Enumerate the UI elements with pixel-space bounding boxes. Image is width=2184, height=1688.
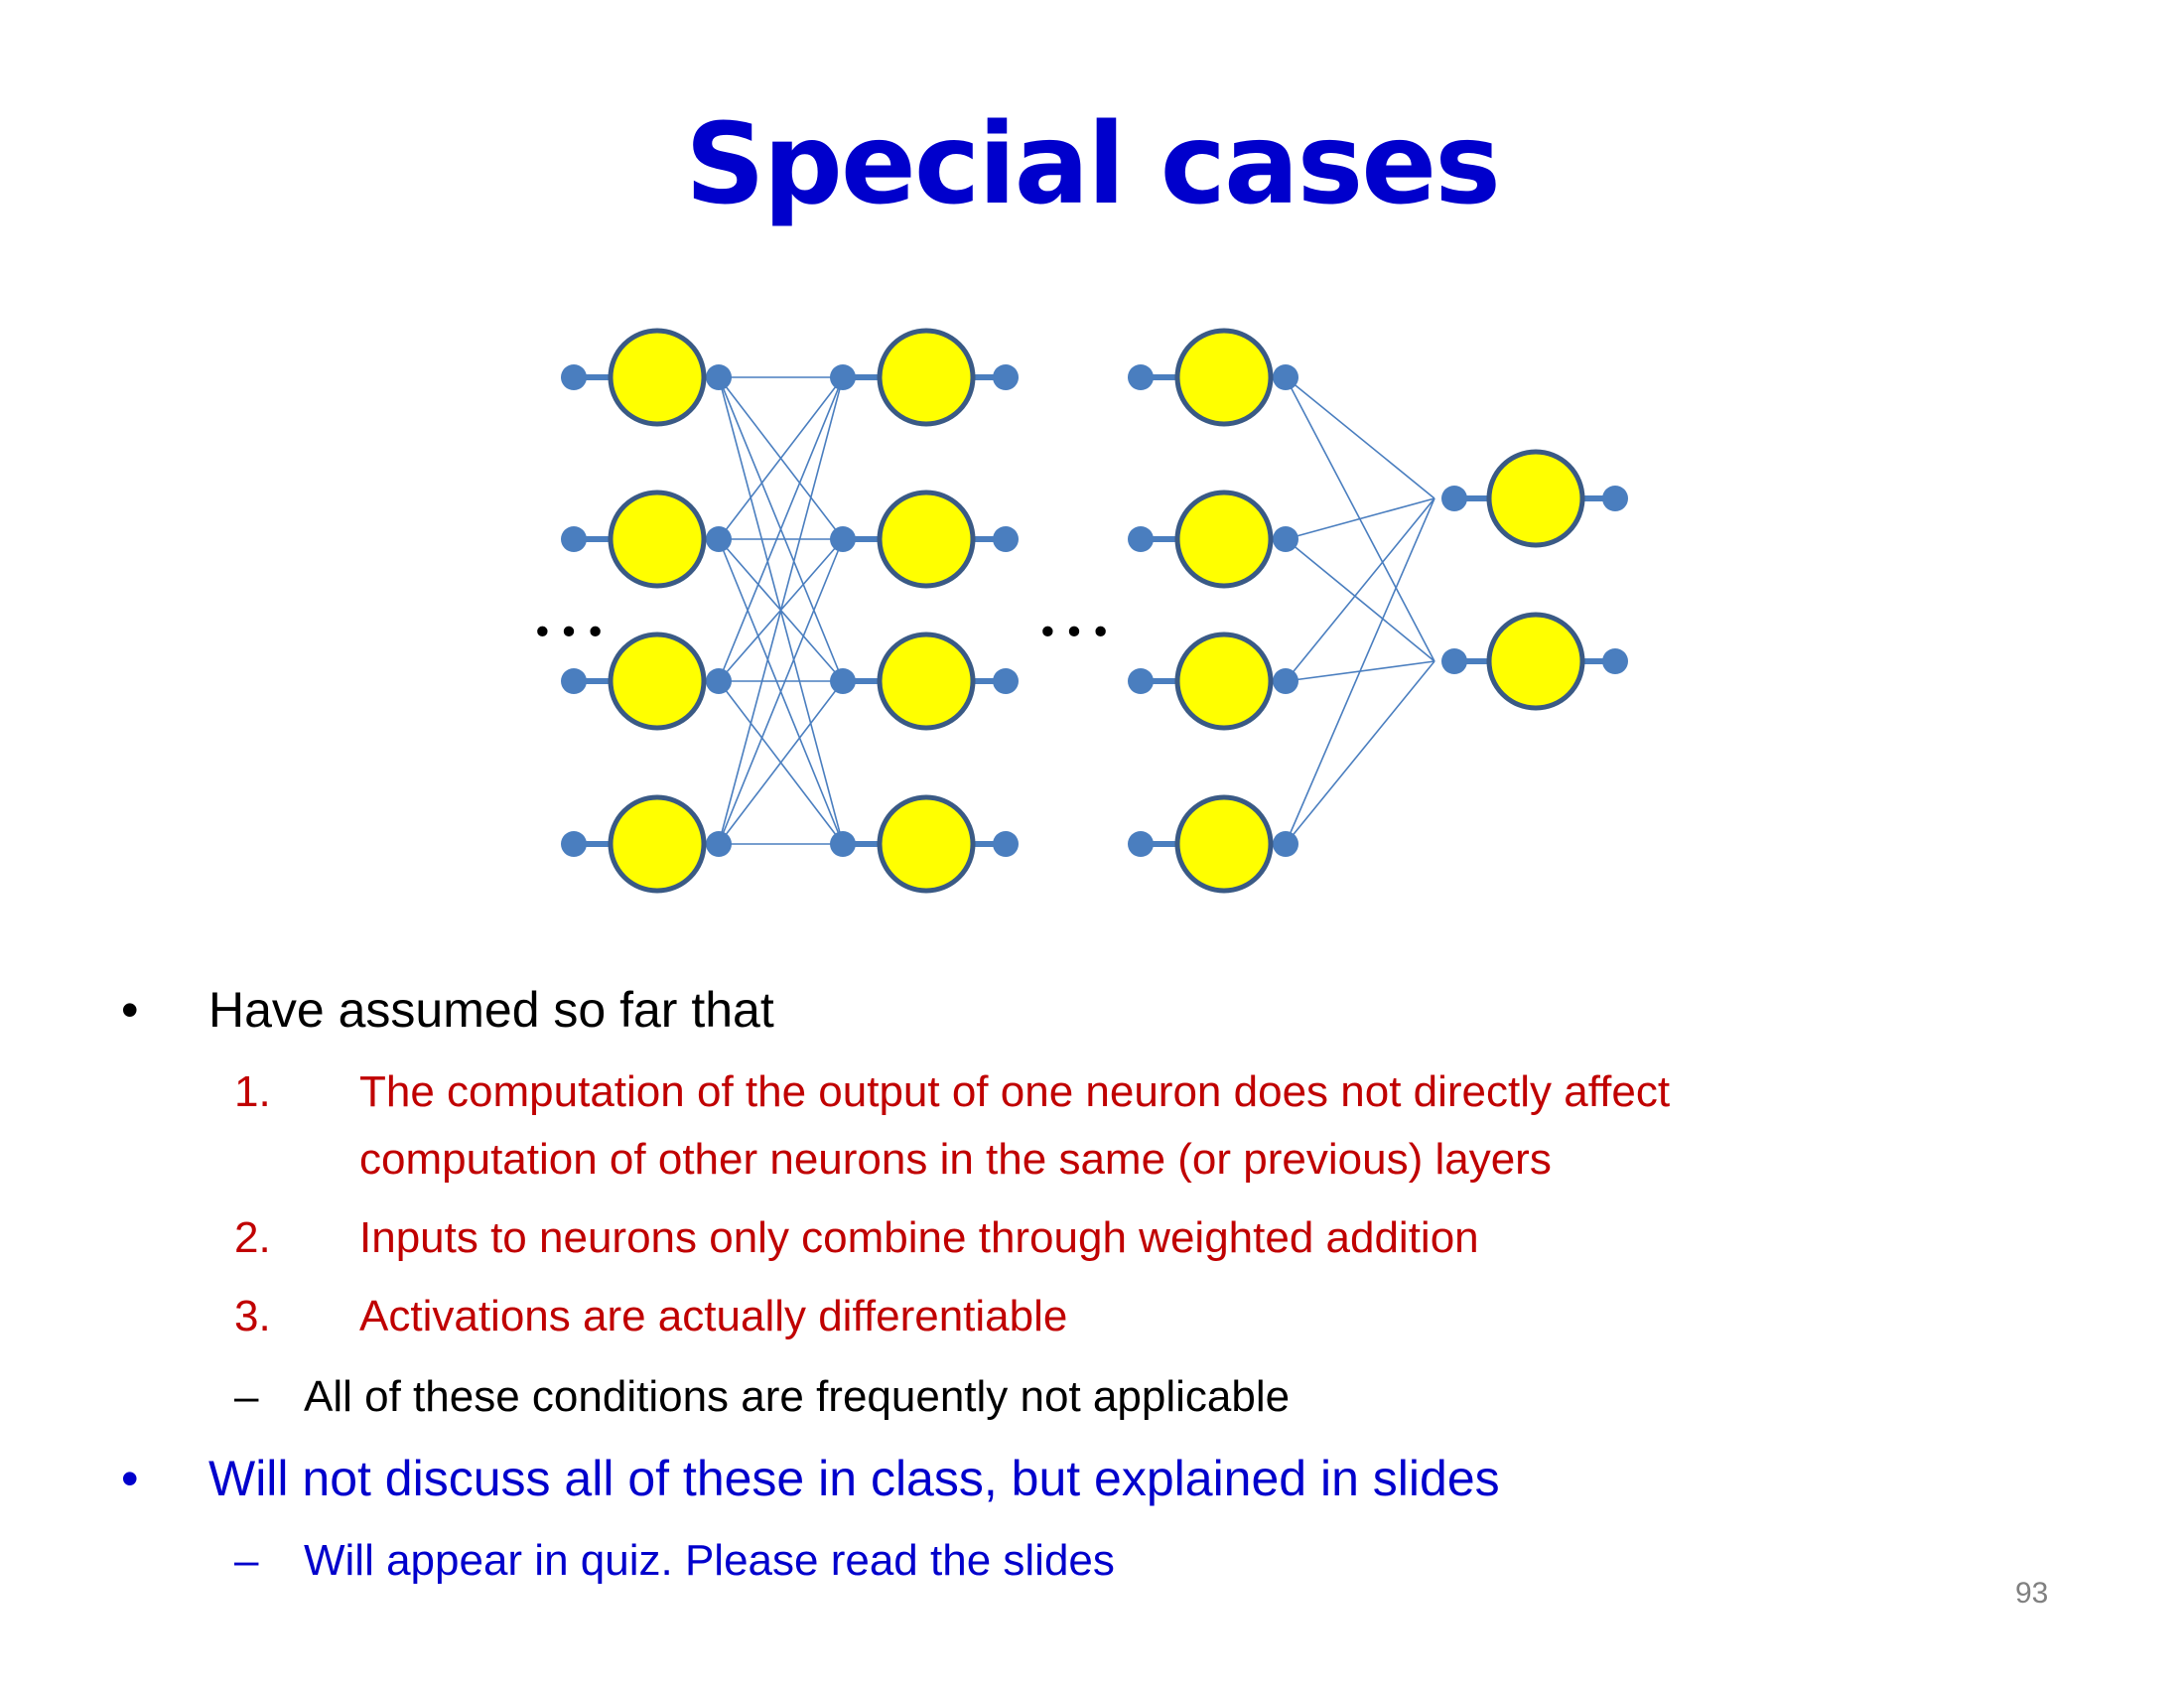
output-terminal-dot-icon	[1602, 486, 1628, 511]
bullet-marker: •	[121, 982, 139, 1038]
bullet-text: Will not discuss all of these in class, …	[208, 1451, 1500, 1506]
neuron-circle-icon	[1486, 612, 1585, 711]
connection-line	[1285, 660, 1435, 845]
output-terminal-dot-icon	[706, 526, 732, 552]
output-terminal-dot-icon	[706, 364, 732, 390]
input-terminal-dot-icon	[1441, 486, 1467, 511]
output-terminal-dot-icon	[1273, 364, 1298, 390]
output-terminal-dot-icon	[993, 526, 1019, 552]
ellipsis-left: …	[529, 562, 609, 654]
ellipsis-middle: …	[1034, 562, 1114, 654]
sub-bullet-marker: –	[234, 1536, 259, 1585]
input-terminal-dot-icon	[830, 364, 856, 390]
output-terminal-dot-icon	[1273, 831, 1298, 857]
output-terminal-dot-icon	[1273, 526, 1298, 552]
bullet-text: Have assumed so far that	[208, 982, 774, 1038]
connection-line	[1285, 497, 1435, 682]
neuron-circle-icon	[1174, 490, 1274, 589]
item-number: 1.	[234, 1067, 271, 1116]
item-text: The computation of the output of one neu…	[359, 1067, 1671, 1116]
bullet-marker: •	[121, 1451, 139, 1506]
input-terminal-dot-icon	[561, 831, 587, 857]
input-terminal-dot-icon	[1441, 648, 1467, 674]
input-terminal-dot-icon	[1128, 526, 1154, 552]
connection-line	[1285, 376, 1435, 499]
input-terminal-dot-icon	[1128, 668, 1154, 694]
input-terminal-dot-icon	[830, 831, 856, 857]
item-text: Inputs to neurons only combine through w…	[359, 1213, 1479, 1262]
neural-network-diagram: … …	[529, 328, 1628, 894]
output-terminal-dot-icon	[1602, 648, 1628, 674]
neuron-circle-icon	[877, 632, 976, 731]
neuron-circle-icon	[877, 328, 976, 427]
input-terminal-dot-icon	[830, 526, 856, 552]
neuron-circle-icon	[877, 490, 976, 589]
output-terminal-dot-icon	[706, 668, 732, 694]
sub-bullet-marker: –	[234, 1372, 259, 1421]
neuron-circle-icon	[1174, 328, 1274, 427]
input-terminal-dot-icon	[1128, 364, 1154, 390]
sub-bullet-text: Will appear in quiz. Please read the sli…	[304, 1536, 1115, 1585]
item-number: 3.	[234, 1292, 271, 1340]
input-terminal-dot-icon	[561, 668, 587, 694]
connection-line	[1285, 497, 1435, 845]
neuron-circle-icon	[1174, 794, 1274, 894]
input-terminal-dot-icon	[561, 364, 587, 390]
page-number: 93	[2015, 1577, 2049, 1610]
connection-line	[1285, 497, 1435, 540]
neuron-circle-icon	[877, 794, 976, 894]
neuron-circle-icon	[608, 490, 707, 589]
output-terminal-dot-icon	[706, 831, 732, 857]
neuron-circle-icon	[1486, 449, 1585, 548]
neuron-circle-icon	[608, 794, 707, 894]
item-text: Activations are actually differentiable	[359, 1292, 1068, 1340]
neuron-circle-icon	[1174, 632, 1274, 731]
neuron-circle-icon	[608, 632, 707, 731]
output-terminal-dot-icon	[993, 668, 1019, 694]
output-terminal-dot-icon	[993, 364, 1019, 390]
item-text-continuation: computation of other neurons in the same…	[359, 1135, 1552, 1184]
input-terminal-dot-icon	[1128, 831, 1154, 857]
sub-bullet-text: All of these conditions are frequently n…	[304, 1372, 1291, 1421]
input-terminal-dot-icon	[561, 526, 587, 552]
neuron-circle-icon	[608, 328, 707, 427]
input-terminal-dot-icon	[830, 668, 856, 694]
output-terminal-dot-icon	[1273, 668, 1298, 694]
output-terminal-dot-icon	[993, 831, 1019, 857]
item-number: 2.	[234, 1213, 271, 1262]
connection-line	[1285, 538, 1435, 662]
